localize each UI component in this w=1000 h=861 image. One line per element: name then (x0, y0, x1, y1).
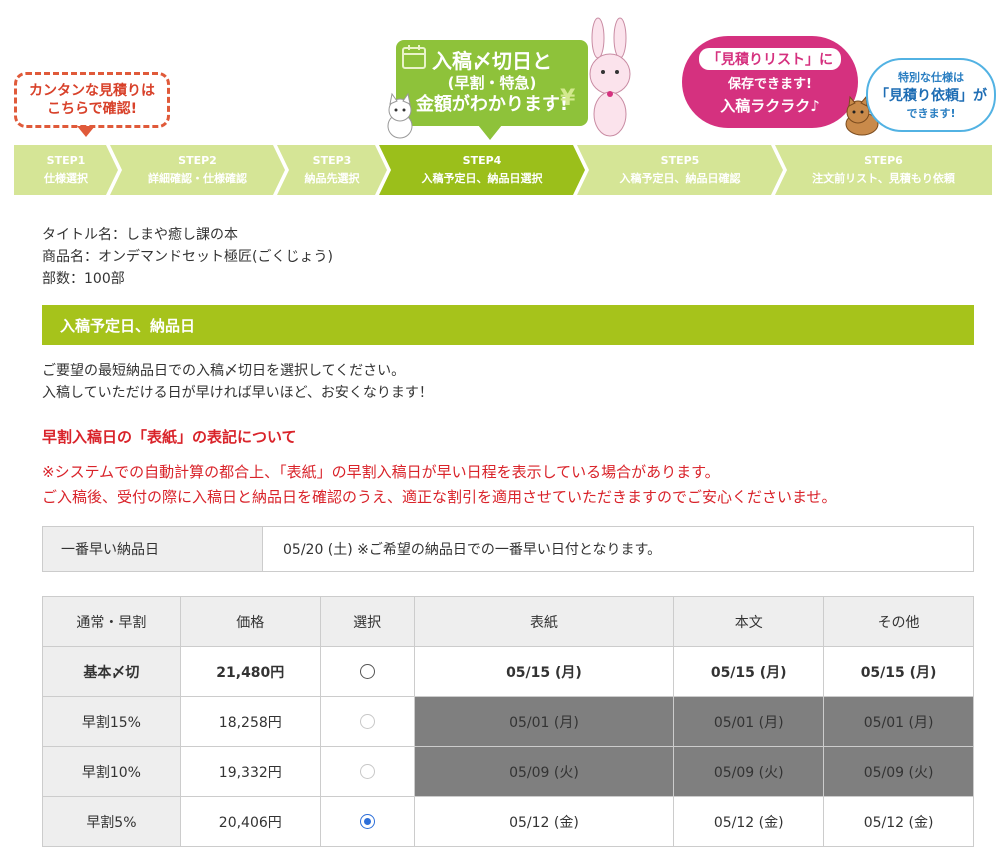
step-label: 納品先選択 (304, 172, 360, 185)
description-line: ご要望の最短納品日での入稿〆切日を選択してください。 (42, 363, 406, 379)
step-number: STEP2 (178, 154, 217, 167)
promo-banner: カンタンな見積りは こちらで確認! 入稿〆切日と (早割・特急) 金額がわかりま… (0, 0, 1000, 145)
step-number: STEP5 (660, 154, 700, 167)
step-label: 入稿予定日、納品日選択 (421, 172, 543, 185)
bubble-pink-line1: 「見積りリスト」に (699, 48, 841, 70)
notice-line: ご入稿後、受付の際に入稿日と納品日を確認のうえ、適正な割引を適用させていただきま… (42, 488, 837, 506)
plan-cell: 早割10% (42, 746, 181, 797)
step-number: STEP6 (864, 154, 903, 167)
column-header-select: 選択 (319, 596, 415, 647)
rabbit-mascot-icon (589, 17, 631, 137)
quote-request-bubble[interactable]: 特別な仕様は 「見積り依頼」が できます! (866, 58, 996, 132)
table-row-base: 基本〆切 21,480円 05/15 (月) 05/15 (月) 05/15 (… (42, 646, 974, 697)
other-date-cell: 05/12 (金) (823, 796, 974, 847)
yen-icon: ¥ (560, 86, 576, 111)
notice-body: ※システムでの自動計算の都合上、「表紙」の早割入稿日が早い日程を表示している場合… (42, 460, 837, 510)
table-row-early5: 早割5% 20,406円 05/12 (金) 05/12 (金) 05/12 (… (42, 796, 974, 847)
earliest-delivery-table: 一番早い納品日 05/20 (土) ※ご希望の納品日での一番早い日付となります。 (42, 526, 974, 572)
step-label: 注文前リスト、見積もり依頼 (812, 172, 955, 185)
order-info: タイトル名：しまや癒し課の本 商品名：オンデマンドセット極匠(ごくじょう) 部数… (42, 224, 333, 290)
step-4-current: STEP4 入稿予定日、納品日選択 (379, 145, 585, 195)
step-2: STEP2 詳細確認・仕様確認 (110, 145, 285, 195)
step-label: 仕様選択 (44, 172, 88, 185)
step-number: STEP4 (462, 154, 502, 167)
cover-date-cell: 05/09 (火) (413, 746, 675, 797)
bubble-pink-line3: 入稿ラクラク♪ (720, 97, 820, 115)
price-cell: 19,332円 (179, 746, 321, 797)
calendar-icon (402, 45, 426, 69)
table-row-early15: 早割15% 18,258円 05/01 (月) 05/01 (月) 05/01 … (42, 696, 974, 747)
bubble-green-line3: 金額がわかります! (415, 94, 569, 115)
step-label: 入稿予定日、納品日確認 (619, 172, 741, 185)
body-date-cell: 05/12 (金) (673, 796, 825, 847)
bubble-blue-line3: できます! (906, 107, 956, 120)
select-cell (319, 646, 415, 697)
table-header-row: 通常・早割 価格 選択 表紙 本文 その他 (42, 596, 974, 647)
description: ご要望の最短納品日での入稿〆切日を選択してください。 入稿していただける日が早け… (42, 360, 433, 404)
product-info: 商品名：オンデマンドセット極匠(ごくじょう) (42, 249, 333, 265)
earliest-delivery-value: 05/20 (土) ※ご希望の納品日での一番早い日付となります。 (283, 542, 662, 558)
step-3: STEP3 納品先選択 (277, 145, 387, 195)
column-header-body: 本文 (673, 596, 825, 647)
step-5: STEP5 入稿予定日、納品日確認 (577, 145, 783, 195)
price-cell: 20,406円 (179, 796, 321, 847)
step-label: 詳細確認・仕様確認 (148, 172, 247, 185)
easy-estimate-bubble[interactable]: カンタンな見積りは こちらで確認! (14, 72, 170, 137)
cover-date-cell: 05/12 (金) (413, 796, 675, 847)
title-info: タイトル名：しまや癒し課の本 (42, 227, 238, 243)
select-cell (319, 746, 415, 797)
cover-date-cell: 05/01 (月) (413, 696, 675, 747)
bubble-pink-line2: 保存できます! (728, 77, 812, 92)
deadline-price-table: 通常・早割 価格 選択 表紙 本文 その他 基本〆切 21,480円 05/15… (42, 596, 974, 847)
column-header-cover: 表紙 (413, 596, 675, 647)
estimate-list-bubble[interactable]: 「見積りリスト」に 保存できます! 入稿ラクラク♪ (682, 36, 858, 128)
earliest-delivery-label: 一番早い納品日 (43, 527, 263, 571)
step-6: STEP6 注文前リスト、見積もり依頼 (775, 145, 992, 195)
copies-info: 部数：100部 (42, 271, 125, 287)
step-number: STEP1 (46, 154, 86, 167)
bubble-green-line2: (早割・特急) (447, 74, 537, 92)
white-cat-mascot-icon (387, 92, 413, 139)
bubble-green-line1: 入稿〆切日と (432, 49, 552, 73)
column-header-other: その他 (823, 596, 974, 647)
column-header-price: 価格 (179, 596, 321, 647)
plan-cell: 基本〆切 (42, 646, 181, 697)
column-header-plan: 通常・早割 (42, 596, 181, 647)
select-radio-disabled (359, 764, 375, 779)
other-date-cell: 05/15 (月) (823, 646, 974, 697)
bubble-left-line2: こちらで確認! (47, 101, 137, 117)
step-progress-bar: STEP1 仕様選択 STEP2 詳細確認・仕様確認 STEP3 納品先選択 S… (14, 145, 1000, 195)
section-header: 入稿予定日、納品日 (42, 305, 974, 345)
other-date-cell: 05/01 (月) (823, 696, 974, 747)
bubble-blue-line2: 「見積り依頼」が (875, 88, 987, 104)
step-1: STEP1 仕様選択 (14, 145, 118, 195)
select-cell (319, 696, 415, 747)
plan-cell: 早割15% (42, 696, 181, 747)
step-number: STEP3 (312, 154, 352, 167)
body-date-cell: 05/15 (月) (673, 646, 825, 697)
cover-date-cell: 05/15 (月) (413, 646, 675, 697)
table-row-early10: 早割10% 19,332円 05/09 (火) 05/09 (火) 05/09 … (42, 746, 974, 797)
body-date-cell: 05/01 (月) (673, 696, 825, 747)
other-date-cell: 05/09 (火) (823, 746, 974, 797)
plan-cell: 早割5% (42, 796, 181, 847)
notice-line: ※システムでの自動計算の都合上、「表紙」の早割入稿日が早い日程を表示している場合… (42, 463, 720, 481)
select-radio-selected[interactable] (359, 814, 375, 829)
body-date-cell: 05/09 (火) (673, 746, 825, 797)
bubble-left-line1: カンタンな見積りは (29, 83, 155, 99)
price-cell: 18,258円 (179, 696, 321, 747)
notice-title: 早割入稿日の「表紙」の表記について (42, 428, 297, 446)
select-radio[interactable] (359, 664, 375, 679)
select-cell (319, 796, 415, 847)
price-cell: 21,480円 (179, 646, 321, 697)
select-radio-disabled (359, 714, 375, 729)
bubble-blue-line1: 特別な仕様は (898, 71, 964, 84)
description-line: 入稿していただける日が早ければ早いほど、お安くなります！ (42, 385, 433, 401)
